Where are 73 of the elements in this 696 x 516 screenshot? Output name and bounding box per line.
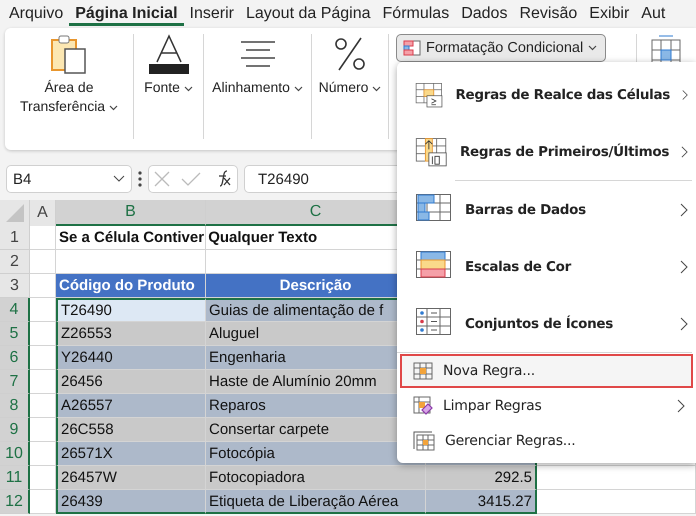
row-header[interactable]: 11 — [0, 466, 30, 490]
table-cell: 26571X — [56, 442, 206, 466]
row-header[interactable]: 1 — [0, 226, 30, 250]
table-cell — [30, 394, 56, 418]
row-header[interactable]: 12 — [0, 490, 30, 514]
ribbon-tab[interactable]: Fórmulas — [376, 5, 456, 26]
select-all-corner[interactable] — [0, 200, 30, 226]
table-cell: 292.5 — [426, 466, 537, 490]
ribbon-tab[interactable]: Layout da Página — [240, 5, 377, 26]
ribbon-tab[interactable]: Dados — [455, 5, 514, 26]
ribbon-group-button[interactable]: Área de Transferência — [5, 78, 133, 116]
clipboard-icon — [50, 34, 88, 74]
table-cell: 26439 — [56, 490, 206, 514]
table-cell — [30, 274, 56, 298]
ribbon-tab[interactable]: Exibir — [583, 5, 636, 26]
table-cell — [30, 322, 56, 346]
table-cell: A26557 — [56, 394, 206, 418]
table-cell: Etiqueta de Liberação Aérea — [206, 490, 426, 514]
table-cell: 26C558 — [56, 418, 206, 442]
row-header[interactable]: 8 — [0, 394, 30, 418]
table-cell: 26456 — [56, 370, 206, 394]
ribbon-tab[interactable]: Aut — [635, 5, 672, 26]
clear-rules-icon — [413, 396, 433, 416]
table-cell — [30, 298, 56, 322]
dropdown-icon — [113, 175, 125, 183]
new-rule-icon — [413, 362, 433, 380]
table-cell — [30, 466, 56, 490]
menu-item[interactable]: Nova Regra... — [400, 354, 693, 388]
column-header[interactable]: B — [56, 200, 206, 226]
caret-icon — [372, 86, 382, 92]
conditional-format-icon — [403, 40, 421, 56]
ribbon-tab[interactable]: Revisão — [513, 5, 584, 26]
row-header[interactable]: 7 — [0, 370, 30, 394]
caret-icon — [108, 105, 118, 111]
row-header[interactable]: 4 — [0, 298, 30, 322]
table-cell — [30, 418, 56, 442]
menu-item[interactable]: Regras de Primeiros/Últimos — [397, 123, 696, 180]
table-cell: 26457W — [56, 466, 206, 490]
row-header[interactable]: 5 — [0, 322, 30, 346]
menu-item[interactable]: Regras de Realce das Células — [397, 66, 696, 123]
table-cell — [30, 370, 56, 394]
manage-rules-icon — [413, 431, 435, 451]
column-header[interactable]: A — [30, 200, 56, 226]
row-header[interactable]: 2 — [0, 250, 30, 274]
row-header[interactable]: 10 — [0, 442, 30, 466]
conditional-formatting-button[interactable]: Formatação Condicional — [396, 34, 606, 62]
row-header[interactable]: 3 — [0, 274, 30, 298]
cancel-icon[interactable] — [154, 171, 170, 187]
column-heading: Código do Produto — [56, 274, 206, 298]
sheet-title: Se a Célula Contiver Qualquer Texto — [59, 229, 318, 246]
caret-icon — [588, 45, 598, 51]
ribbon-tab[interactable]: Inserir — [184, 5, 240, 26]
table-cell — [30, 442, 56, 466]
ribbon-group-button[interactable]: Alinhamento — [212, 78, 303, 97]
table-cell: Fotocopiadora — [206, 466, 426, 490]
ribbon-tab[interactable]: Arquivo — [3, 5, 70, 26]
more-icon[interactable] — [138, 171, 142, 187]
name-box[interactable]: B4 — [6, 165, 132, 193]
table-cell — [30, 250, 56, 274]
caret-icon — [184, 86, 193, 92]
check-icon[interactable] — [180, 172, 201, 186]
table-cell — [30, 490, 56, 514]
font-color-icon — [148, 34, 190, 74]
table-cell: T26490 — [56, 298, 206, 322]
caret-icon — [294, 86, 303, 92]
table-cell: 3415.27 — [426, 490, 537, 514]
row-header[interactable]: 9 — [0, 418, 30, 442]
ribbon-group-button[interactable]: Fonte — [144, 78, 193, 97]
table-cell — [30, 346, 56, 370]
table-cell: Z26553 — [56, 322, 206, 346]
table-cell: Y26440 — [56, 346, 206, 370]
ribbon-group-button[interactable]: Número — [318, 78, 382, 97]
row-header[interactable]: 6 — [0, 346, 30, 370]
